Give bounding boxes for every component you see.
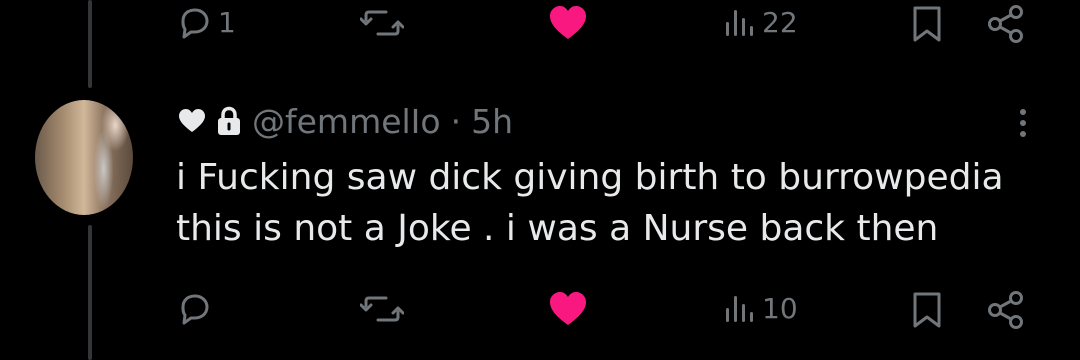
lock-icon — [218, 106, 240, 135]
tweet-meta: @femmelIo · 5h — [178, 100, 513, 142]
timestamp[interactable]: 5h — [471, 102, 513, 141]
share-icon — [988, 5, 1023, 43]
reply-button[interactable] — [178, 292, 212, 326]
views-button[interactable]: 10 — [722, 292, 798, 326]
bookmark-button[interactable] — [910, 290, 944, 330]
bookmark-button[interactable] — [910, 4, 944, 44]
reply-count: 1 — [218, 6, 236, 39]
repost-button[interactable] — [360, 292, 404, 326]
tweet-text-line: this is not a Joke . i was a Nurse back … — [176, 208, 939, 249]
tweet-text-line: i Fucking saw dick giving birth to burro… — [176, 157, 1004, 198]
bookmark-icon — [913, 6, 941, 42]
username-handle[interactable]: @femmelIo — [252, 102, 441, 141]
views-count: 22 — [762, 6, 798, 39]
views-icon — [726, 296, 753, 322]
views-icon — [726, 10, 753, 36]
views-count: 10 — [762, 292, 798, 325]
more-icon — [1011, 109, 1035, 137]
repost-button[interactable] — [360, 6, 404, 40]
like-button[interactable] — [548, 4, 588, 42]
meta-separator: · — [450, 101, 462, 141]
like-icon — [550, 292, 586, 325]
reply-icon — [181, 8, 209, 39]
action-bar-top: 1 22 — [0, 0, 1080, 48]
repost-icon — [360, 10, 404, 36]
tweet-text: i Fucking saw dick giving birth to burro… — [176, 152, 1056, 254]
like-icon — [550, 6, 586, 39]
like-button[interactable] — [548, 290, 588, 328]
bookmark-icon — [913, 292, 941, 328]
heart-badge-icon — [179, 109, 205, 132]
share-button[interactable] — [986, 290, 1026, 330]
share-button[interactable] — [986, 4, 1026, 44]
more-options-button[interactable] — [1011, 106, 1035, 142]
reply-icon — [181, 294, 209, 325]
action-bar-bottom: 10 — [0, 286, 1080, 334]
reply-button[interactable]: 1 — [178, 6, 236, 40]
share-icon — [988, 291, 1023, 329]
repost-icon — [360, 296, 404, 322]
views-button[interactable]: 22 — [722, 6, 798, 40]
avatar[interactable] — [35, 100, 133, 215]
